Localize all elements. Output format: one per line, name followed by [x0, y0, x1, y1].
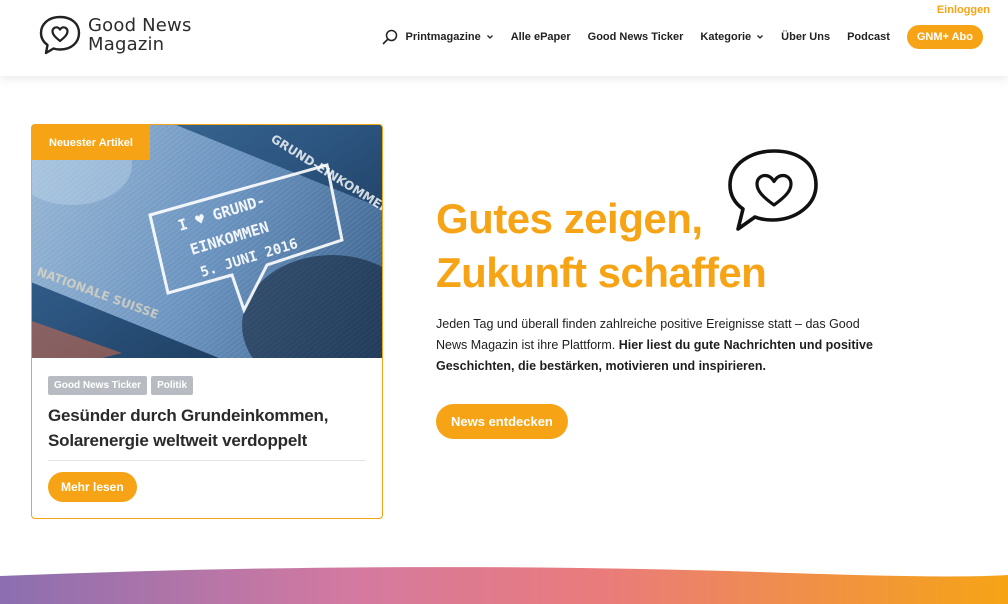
tag-politik[interactable]: Politik [151, 376, 194, 395]
nav-item-ticker[interactable]: Good News Ticker [588, 31, 684, 43]
hero-title-line-1: Gutes zeigen, [436, 195, 703, 242]
logo-wordmark: Good News Magazin [88, 16, 192, 54]
read-more-button[interactable]: Mehr lesen [48, 472, 137, 502]
login-link[interactable]: Einloggen [937, 4, 990, 16]
search-icon[interactable] [382, 29, 398, 45]
nav-item-epaper[interactable]: Alle ePaper [511, 31, 571, 43]
hero-title-line-2: Zukunft schaffen [436, 249, 767, 296]
tag-good-news-ticker[interactable]: Good News Ticker [48, 376, 148, 395]
chevron-down-icon [757, 35, 764, 39]
main-nav: Printmagazine Alle ePaper Good News Tick… [382, 25, 983, 49]
card-divider [48, 460, 366, 461]
latest-article-card: I ♥ GRUND- EINKOMMEN 5. JUNI 2016 GRUND-… [31, 124, 383, 519]
abo-button[interactable]: GNM+ Abo [906, 25, 983, 49]
nav-item-kategorie[interactable]: Kategorie [700, 31, 764, 43]
discover-news-button[interactable]: News entdecken [436, 404, 568, 439]
site-logo[interactable]: Good News Magazin [38, 14, 192, 56]
chevron-down-icon [486, 35, 493, 39]
article-tags: Good News Ticker Politik [48, 376, 197, 395]
heart-speech-bubble-icon [39, 15, 81, 55]
nav-item-label: Kategorie [700, 31, 752, 43]
nav-item-ueber-uns[interactable]: Über Uns [781, 31, 830, 43]
article-title[interactable]: Gesünder durch Grundeinkommen, Solarener… [48, 403, 368, 453]
logo-line-1: Good News [88, 15, 192, 36]
nav-item-podcast[interactable]: Podcast [847, 31, 890, 43]
logo-line-2: Magazin [88, 34, 165, 55]
hero-title: Gutes zeigen, Zukunft schaffen [436, 192, 767, 300]
site-header: Good News Magazin Einloggen Printmagazin… [0, 0, 1008, 76]
decorative-wave [0, 567, 1008, 604]
hero-description: Jeden Tag und überall finden zahlreiche … [436, 314, 888, 377]
nav-item-label: Printmagazine [405, 31, 481, 43]
nav-item-printmagazine[interactable]: Printmagazine [406, 31, 494, 43]
latest-article-badge: Neuester Artikel [32, 125, 150, 160]
